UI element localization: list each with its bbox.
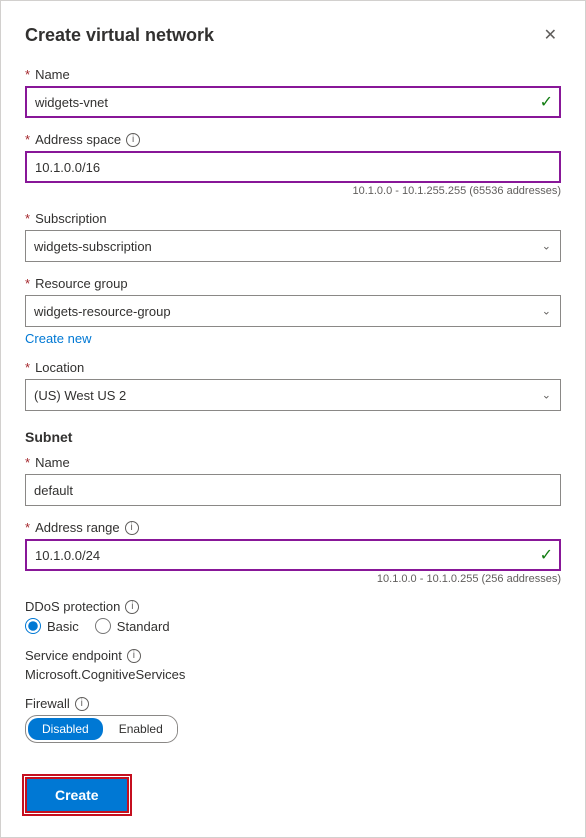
name-input[interactable] — [25, 86, 561, 118]
subnet-name-input[interactable] — [25, 474, 561, 506]
close-button[interactable]: ✕ — [540, 21, 561, 49]
ddos-info-icon[interactable]: i — [125, 600, 139, 614]
resource-group-field-group: * Resource group widgets-resource-group … — [25, 276, 561, 346]
subnet-section-label: Subnet — [25, 429, 561, 445]
address-space-hint: 10.1.0.0 - 10.1.255.255 (65536 addresses… — [25, 185, 561, 197]
dialog-title: Create virtual network — [25, 25, 214, 46]
location-select[interactable]: (US) West US 2 — [25, 379, 561, 411]
resource-group-label-text: Resource group — [35, 276, 128, 291]
address-space-label-text: Address space — [35, 132, 121, 147]
subscription-label: * Subscription — [25, 211, 561, 226]
address-range-label-text: Address range — [35, 520, 120, 535]
firewall-disabled-button[interactable]: Disabled — [28, 718, 103, 740]
address-range-label: * Address range i — [25, 520, 561, 535]
address-range-field-group: * Address range i ✓ 10.1.0.0 - 10.1.0.25… — [25, 520, 561, 585]
name-label-text: Name — [35, 67, 70, 82]
location-dropdown-wrapper: (US) West US 2 ⌄ — [25, 379, 561, 411]
firewall-field-group: Firewall i Disabled Enabled — [25, 696, 561, 743]
address-range-input-wrapper: ✓ — [25, 539, 561, 571]
ddos-label-text: DDoS protection — [25, 599, 120, 614]
service-endpoint-field-group: Service endpoint i Microsoft.CognitiveSe… — [25, 648, 561, 682]
subnet-name-label-text: Name — [35, 455, 70, 470]
location-label-text: Location — [35, 360, 84, 375]
ddos-field-group: DDoS protection i Basic Standard — [25, 599, 561, 634]
address-space-input-wrapper — [25, 151, 561, 183]
address-space-label: * Address space i — [25, 132, 561, 147]
service-endpoint-label-text: Service endpoint — [25, 648, 122, 663]
create-new-link[interactable]: Create new — [25, 331, 91, 346]
close-icon: ✕ — [544, 25, 557, 45]
create-button-wrapper: Create — [25, 757, 561, 813]
name-field-group: * Name ✓ — [25, 67, 561, 118]
subscription-field-group: * Subscription widgets-subscription ⌄ — [25, 211, 561, 262]
ddos-radio-group: Basic Standard — [25, 618, 561, 634]
firewall-info-icon[interactable]: i — [75, 697, 89, 711]
address-range-input[interactable] — [25, 539, 561, 571]
subnet-name-required-star: * — [25, 455, 30, 470]
ddos-basic-label: Basic — [47, 619, 79, 634]
firewall-label-text: Firewall — [25, 696, 70, 711]
address-range-info-icon[interactable]: i — [125, 521, 139, 535]
resource-group-dropdown-wrapper: widgets-resource-group ⌄ — [25, 295, 561, 327]
name-required-star: * — [25, 67, 30, 82]
name-label: * Name — [25, 67, 561, 82]
subscription-required-star: * — [25, 211, 30, 226]
subscription-select[interactable]: widgets-subscription — [25, 230, 561, 262]
subnet-name-input-wrapper — [25, 474, 561, 506]
address-space-input[interactable] — [25, 151, 561, 183]
service-endpoint-info-icon[interactable]: i — [127, 649, 141, 663]
ddos-standard-radio[interactable] — [95, 618, 111, 634]
resource-group-select[interactable]: widgets-resource-group — [25, 295, 561, 327]
ddos-standard-label: Standard — [117, 619, 170, 634]
firewall-toggle-group: Disabled Enabled — [25, 715, 178, 743]
location-field-group: * Location (US) West US 2 ⌄ — [25, 360, 561, 411]
firewall-label: Firewall i — [25, 696, 561, 711]
address-space-info-icon[interactable]: i — [126, 133, 140, 147]
address-range-required-star: * — [25, 520, 30, 535]
subscription-dropdown-wrapper: widgets-subscription ⌄ — [25, 230, 561, 262]
resource-group-label: * Resource group — [25, 276, 561, 291]
address-range-valid-icon: ✓ — [540, 545, 553, 565]
subnet-name-label: * Name — [25, 455, 561, 470]
address-space-required-star: * — [25, 132, 30, 147]
service-endpoint-label: Service endpoint i — [25, 648, 561, 663]
name-input-wrapper: ✓ — [25, 86, 561, 118]
create-button[interactable]: Create — [25, 777, 129, 813]
ddos-label: DDoS protection i — [25, 599, 561, 614]
ddos-basic-option[interactable]: Basic — [25, 618, 79, 634]
subscription-label-text: Subscription — [35, 211, 107, 226]
address-space-field-group: * Address space i 10.1.0.0 - 10.1.255.25… — [25, 132, 561, 197]
firewall-enabled-button[interactable]: Enabled — [105, 716, 177, 742]
subnet-name-field-group: * Name — [25, 455, 561, 506]
resource-group-required-star: * — [25, 276, 30, 291]
ddos-basic-radio[interactable] — [25, 618, 41, 634]
ddos-standard-option[interactable]: Standard — [95, 618, 170, 634]
service-endpoint-value: Microsoft.CognitiveServices — [25, 667, 561, 682]
location-label: * Location — [25, 360, 561, 375]
location-required-star: * — [25, 360, 30, 375]
create-virtual-network-dialog: Create virtual network ✕ * Name ✓ * Addr… — [0, 0, 586, 838]
dialog-header: Create virtual network ✕ — [25, 21, 561, 49]
address-range-hint: 10.1.0.0 - 10.1.0.255 (256 addresses) — [25, 573, 561, 585]
name-valid-icon: ✓ — [540, 92, 553, 112]
